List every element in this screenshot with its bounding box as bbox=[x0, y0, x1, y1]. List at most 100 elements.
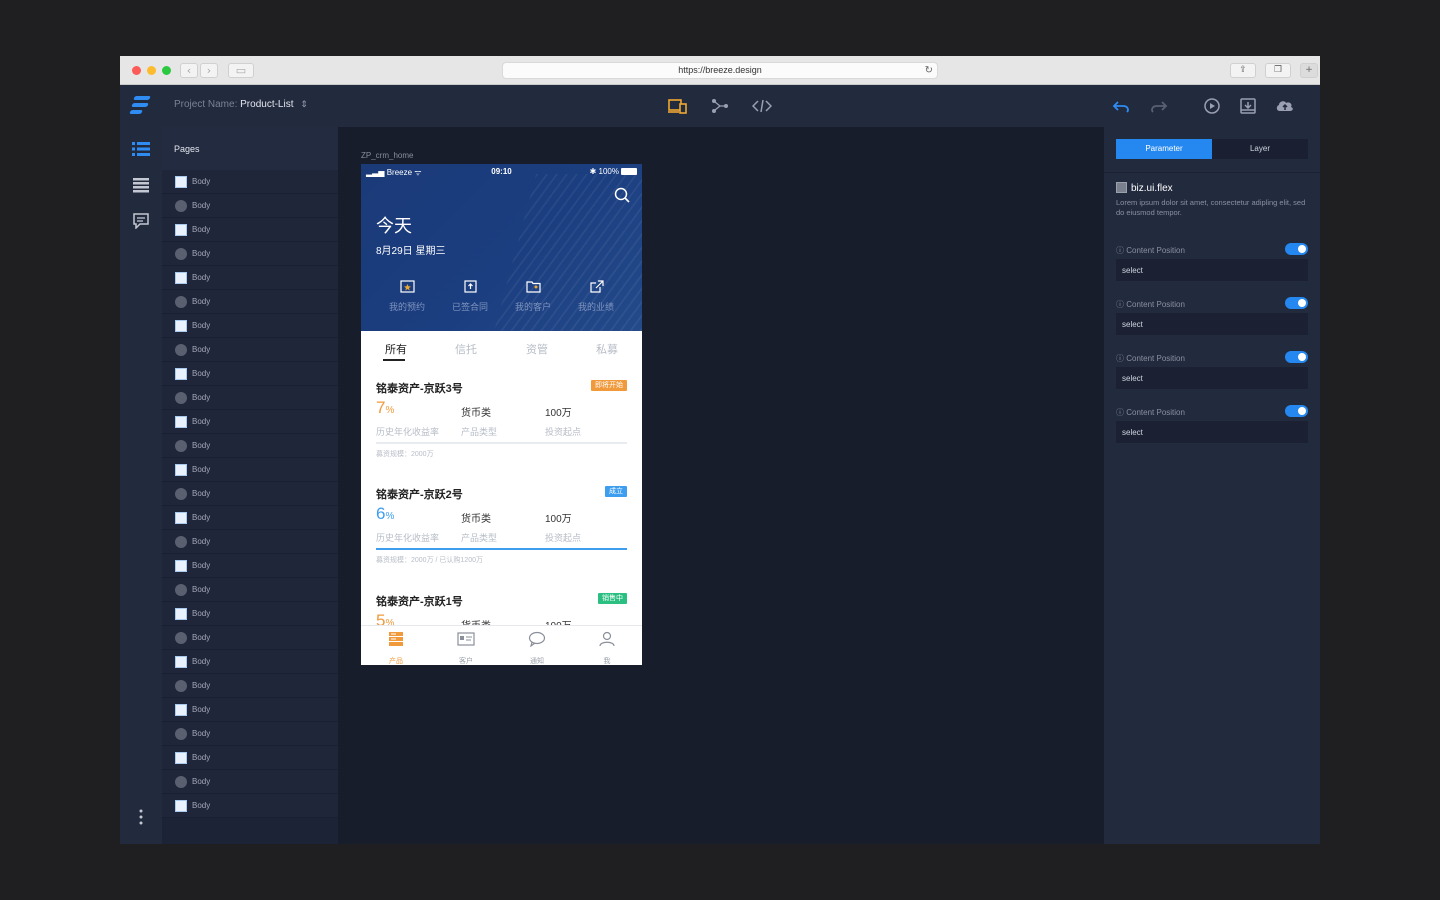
play-preview-icon[interactable] bbox=[1202, 97, 1222, 115]
bottom-nav-label: 通知 bbox=[530, 658, 544, 665]
flow-connect-icon[interactable] bbox=[710, 97, 730, 115]
new-tab-icon[interactable]: + bbox=[1300, 63, 1318, 78]
forward-button[interactable]: › bbox=[200, 63, 218, 78]
pages-panel: Pages Body Body Body Body Body Body Body Body Bo… bbox=[162, 127, 338, 844]
page-circle-icon bbox=[175, 536, 187, 548]
property-select[interactable]: select bbox=[1116, 259, 1308, 281]
more-vertical-icon[interactable] bbox=[132, 809, 150, 825]
page-list-item[interactable]: Body bbox=[162, 410, 338, 434]
property-toggle[interactable] bbox=[1285, 405, 1308, 417]
page-list-item[interactable]: Body bbox=[162, 170, 338, 194]
download-icon[interactable] bbox=[1238, 97, 1258, 115]
page-list-item[interactable]: Body bbox=[162, 242, 338, 266]
page-list-item[interactable]: Body bbox=[162, 458, 338, 482]
page-label: Body bbox=[192, 801, 211, 810]
page-list-item[interactable]: Body bbox=[162, 290, 338, 314]
property-label: ⓘ Content Position bbox=[1116, 299, 1185, 310]
property-select[interactable]: select bbox=[1116, 313, 1308, 335]
code-icon[interactable] bbox=[752, 97, 772, 115]
page-list-item[interactable]: Body bbox=[162, 770, 338, 794]
tab-trust[interactable]: 信托 bbox=[431, 341, 501, 357]
layers-icon[interactable] bbox=[132, 177, 150, 193]
tab-asset-management[interactable]: 资管 bbox=[502, 341, 572, 357]
close-window-button[interactable] bbox=[132, 66, 141, 75]
comments-icon[interactable] bbox=[132, 213, 150, 229]
page-list-item[interactable]: Body bbox=[162, 650, 338, 674]
property-toggle[interactable] bbox=[1285, 351, 1308, 363]
sidebar-toggle-icon[interactable]: ▭ bbox=[228, 63, 254, 78]
page-list-item[interactable]: Body bbox=[162, 506, 338, 530]
page-list-item[interactable]: Body bbox=[162, 626, 338, 650]
property-select[interactable]: select bbox=[1116, 421, 1308, 443]
product-card[interactable]: 铭泰资产-京跃2号 成立 6% 货币类 100万 历史年化收益率 产品类型 投资… bbox=[376, 486, 627, 570]
products-icon bbox=[389, 632, 403, 646]
page-list-item[interactable]: Body bbox=[162, 218, 338, 242]
page-list-item[interactable]: Body bbox=[162, 746, 338, 770]
product-tabs: 所有 信托 资管 私募 bbox=[361, 331, 642, 365]
today-date: 8月29日 星期三 bbox=[376, 246, 446, 257]
chat-bubble-icon bbox=[528, 631, 546, 647]
quick-action-customers[interactable]: 我的客户 bbox=[503, 280, 563, 315]
page-list-item[interactable]: Body bbox=[162, 794, 338, 818]
minimize-window-button[interactable] bbox=[147, 66, 156, 75]
page-list-item[interactable]: Body bbox=[162, 674, 338, 698]
battery-indicator: ✱ 100% bbox=[590, 167, 637, 176]
component-name: biz.ui.flex bbox=[1131, 183, 1173, 194]
min-investment-label: 投资起点 bbox=[545, 533, 582, 543]
quick-action-contracts[interactable]: 已签合同 bbox=[440, 280, 500, 315]
page-list-item[interactable]: Body bbox=[162, 386, 338, 410]
property-label-text: Content Position bbox=[1126, 246, 1185, 255]
project-selector[interactable]: Project Name: Product-List ⇕ bbox=[174, 99, 308, 110]
page-list-item[interactable]: Body bbox=[162, 578, 338, 602]
bottom-nav-products[interactable]: 产品 bbox=[361, 631, 431, 665]
page-square-icon bbox=[175, 416, 187, 428]
bottom-nav-label: 我 bbox=[603, 658, 611, 665]
page-list-item[interactable]: Body bbox=[162, 338, 338, 362]
property-toggle[interactable] bbox=[1285, 243, 1308, 255]
bottom-nav-notifications[interactable]: 通知 bbox=[502, 631, 572, 665]
page-label: Body bbox=[192, 297, 211, 306]
page-circle-icon bbox=[175, 680, 187, 692]
share-icon[interactable]: ⇪ bbox=[1230, 63, 1256, 78]
page-list-item[interactable]: Body bbox=[162, 554, 338, 578]
search-icon[interactable] bbox=[614, 187, 630, 203]
product-name: 铭泰资产-京跃1号 bbox=[376, 596, 463, 608]
undo-icon[interactable] bbox=[1112, 97, 1132, 115]
page-list-item[interactable]: Body bbox=[162, 698, 338, 722]
page-circle-icon bbox=[175, 248, 187, 260]
bottom-nav-label: 产品 bbox=[389, 658, 403, 665]
url-bar[interactable]: https://breeze.design ↻ bbox=[502, 62, 938, 79]
page-list-item[interactable]: Body bbox=[162, 530, 338, 554]
property-select[interactable]: select bbox=[1116, 367, 1308, 389]
pages-list-icon[interactable] bbox=[132, 141, 150, 157]
info-icon: ⓘ bbox=[1116, 246, 1127, 255]
product-card[interactable]: 铭泰资产-京跃3号 即将开始 7% 货币类 100万 历史年化收益率 产品类型 … bbox=[376, 380, 627, 464]
page-list-item[interactable]: Body bbox=[162, 722, 338, 746]
tab-private-fund[interactable]: 私募 bbox=[572, 341, 642, 357]
page-list-item[interactable]: Body bbox=[162, 602, 338, 626]
phone-frame[interactable]: ▂▃▅ Breeze ᯤ 09:10 ✱ 100% 今天 8月29日 星期三 我… bbox=[361, 164, 642, 665]
page-list-item[interactable]: Body bbox=[162, 314, 338, 338]
url-text: https://breeze.design bbox=[678, 65, 762, 75]
maximize-window-button[interactable] bbox=[162, 66, 171, 75]
frame-label[interactable]: ZP_crm_home bbox=[361, 151, 413, 160]
tabs-overview-icon[interactable]: ❐ bbox=[1265, 63, 1291, 78]
page-list-item[interactable]: Body bbox=[162, 194, 338, 218]
page-list-item[interactable]: Body bbox=[162, 482, 338, 506]
redo-icon[interactable] bbox=[1148, 97, 1168, 115]
quick-action-performance[interactable]: 我的业绩 bbox=[566, 280, 626, 315]
page-list-item[interactable]: Body bbox=[162, 434, 338, 458]
quick-action-appointments[interactable]: 我的预约 bbox=[377, 280, 437, 315]
page-list-item[interactable]: Body bbox=[162, 362, 338, 386]
reload-icon[interactable]: ↻ bbox=[925, 63, 933, 78]
cloud-upload-icon[interactable] bbox=[1274, 97, 1296, 115]
bottom-nav-me[interactable]: 我 bbox=[572, 631, 642, 665]
tab-all[interactable]: 所有 bbox=[361, 341, 431, 357]
device-preview-icon[interactable] bbox=[668, 97, 688, 115]
back-button[interactable]: ‹ bbox=[180, 63, 198, 78]
page-list-item[interactable]: Body bbox=[162, 266, 338, 290]
tab-parameter[interactable]: Parameter bbox=[1116, 139, 1212, 159]
bottom-nav-customers[interactable]: 客户 bbox=[431, 631, 501, 665]
property-toggle[interactable] bbox=[1285, 297, 1308, 309]
tab-layer[interactable]: Layer bbox=[1212, 139, 1308, 159]
